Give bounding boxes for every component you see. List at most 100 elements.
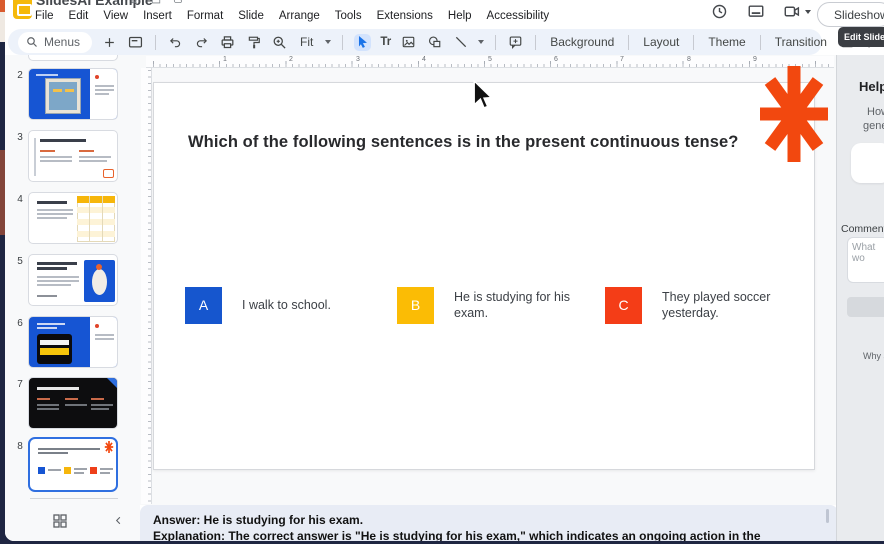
- menu-accessibility[interactable]: Accessibility: [487, 10, 550, 22]
- thumb-shape: [107, 378, 118, 390]
- insert-line-icon[interactable]: [452, 34, 469, 51]
- slide-thumbnail-3[interactable]: [28, 130, 118, 182]
- option-b-text: He is studying for his exam.: [454, 289, 574, 322]
- star-icon[interactable]: [129, 0, 139, 5]
- thumb-shape: [40, 340, 69, 345]
- thumb-shape: [95, 75, 99, 79]
- thumb-shape: [48, 469, 61, 471]
- thumb-shape: [95, 93, 109, 95]
- slide-thumbnail-4[interactable]: [28, 192, 118, 244]
- menu-edit[interactable]: Edit: [69, 10, 89, 22]
- grid-view-icon[interactable]: [52, 513, 68, 529]
- insert-shape-icon[interactable]: [426, 34, 443, 51]
- menu-arrange[interactable]: Arrange: [279, 10, 320, 22]
- thumb-shape: [53, 89, 62, 92]
- slides-app-window: SlidesAI Example File Edit View Insert F…: [5, 0, 884, 541]
- layout-button[interactable]: Layout: [640, 35, 682, 49]
- slideshow-button[interactable]: Slideshow: [817, 2, 884, 27]
- slide-editor[interactable]: Which of the following sentences is in t…: [153, 82, 815, 470]
- ruler-number: 7: [617, 56, 627, 63]
- zoom-icon[interactable]: [271, 34, 288, 51]
- thumb-shape: [95, 338, 114, 340]
- select-tool-button[interactable]: [354, 34, 371, 51]
- thumb-shape: [91, 404, 113, 406]
- help-side-panel: Help u How gene Comments Why a: [836, 55, 884, 541]
- new-slide-layout-icon[interactable]: [127, 34, 144, 51]
- insert-image-icon[interactable]: [400, 34, 417, 51]
- thumb-shape: [37, 284, 71, 286]
- toolbar: Menus Fit: [8, 29, 822, 55]
- toolbar-divider: [342, 35, 343, 50]
- thumb-shape: [37, 276, 79, 278]
- menu-format[interactable]: Format: [187, 10, 223, 22]
- present-screen-icon[interactable]: [747, 3, 765, 25]
- slide-thumbnail-8-selected[interactable]: [28, 437, 118, 492]
- thumb-shape: [40, 139, 86, 142]
- paint-format-icon[interactable]: [245, 34, 262, 51]
- chevron-down-icon[interactable]: [478, 40, 484, 44]
- move-folder-icon[interactable]: [151, 0, 161, 5]
- toolbar-divider: [628, 35, 629, 50]
- slide-filmstrip: 2 3: [5, 55, 140, 505]
- toolbar-divider: [693, 35, 694, 50]
- menu-insert[interactable]: Insert: [143, 10, 172, 22]
- answer-option-b[interactable]: B He is studying for his exam.: [397, 286, 574, 324]
- titlebar: SlidesAI Example File Edit View Insert F…: [5, 0, 884, 26]
- thumb-shape: [90, 467, 97, 474]
- menu-help[interactable]: Help: [448, 10, 472, 22]
- rating-card[interactable]: [851, 143, 884, 183]
- bottom-left-bar: [5, 505, 140, 541]
- menu-tools[interactable]: Tools: [335, 10, 362, 22]
- video-camera-icon: [783, 3, 801, 20]
- theme-button[interactable]: Theme: [705, 35, 748, 49]
- slide-number: 3: [14, 132, 26, 143]
- slide-thumbnail-1-partial[interactable]: [28, 55, 118, 61]
- slide-thumbnail-5[interactable]: [28, 254, 118, 306]
- edit-slides-tab-button[interactable]: Edit Slides V: [838, 27, 884, 47]
- collapse-filmstrip-icon[interactable]: [113, 515, 124, 526]
- join-call-button[interactable]: [783, 3, 811, 20]
- new-slide-button[interactable]: [101, 34, 118, 51]
- slide-thumbnail-2[interactable]: [28, 68, 118, 120]
- chevron-down-icon[interactable]: [325, 40, 331, 44]
- cloud-status-icon[interactable]: [173, 0, 184, 5]
- version-history-icon[interactable]: [711, 3, 728, 25]
- thumb-shape: [65, 89, 74, 92]
- zoom-level-select[interactable]: Fit: [297, 35, 316, 49]
- redo-icon[interactable]: [193, 34, 210, 51]
- print-icon[interactable]: [219, 34, 236, 51]
- speaker-notes-panel[interactable]: Answer: He is studying for his exam. Exp…: [140, 505, 838, 541]
- answer-option-c[interactable]: C They played soccer yesterday.: [605, 286, 782, 324]
- option-a-text: I walk to school.: [242, 297, 362, 314]
- slide-thumbnail-7[interactable]: [28, 377, 118, 429]
- slide-thumbnail-6[interactable]: [28, 316, 118, 368]
- menu-slide[interactable]: Slide: [238, 10, 264, 22]
- menu-file[interactable]: File: [35, 10, 54, 22]
- insert-comment-icon[interactable]: [507, 34, 524, 51]
- menu-extensions[interactable]: Extensions: [377, 10, 433, 22]
- thumb-shape: [92, 269, 107, 295]
- thumb-shape: [74, 468, 87, 470]
- google-slides-logo-icon[interactable]: [13, 0, 32, 19]
- ruler-number: 4: [419, 56, 429, 63]
- panel-footnote-link[interactable]: Why a: [863, 351, 884, 361]
- thumb-shape: [38, 467, 45, 474]
- thumb-shape: [79, 150, 94, 152]
- thumb-shape: [77, 196, 115, 203]
- undo-icon[interactable]: [167, 34, 184, 51]
- toolbar-divider: [155, 35, 156, 50]
- menu-view[interactable]: View: [103, 10, 128, 22]
- submit-comment-button[interactable]: [847, 297, 884, 317]
- option-b-badge: B: [397, 287, 434, 324]
- comment-input[interactable]: [847, 237, 884, 283]
- transition-button[interactable]: Transition: [772, 35, 830, 49]
- notes-scrollbar[interactable]: [826, 509, 829, 523]
- text-box-tool-button[interactable]: Tr: [380, 36, 391, 48]
- search-menus-field[interactable]: Menus: [18, 32, 92, 53]
- answer-option-a[interactable]: A I walk to school.: [185, 286, 362, 324]
- slide-canvas-area: 1 2 3 4 5 6 7 8 9 Which of the following…: [140, 55, 836, 505]
- thumb-shape: [37, 262, 77, 265]
- question-text[interactable]: Which of the following sentences is in t…: [188, 131, 766, 154]
- background-button[interactable]: Background: [547, 35, 617, 49]
- thumb-shape: [38, 448, 100, 450]
